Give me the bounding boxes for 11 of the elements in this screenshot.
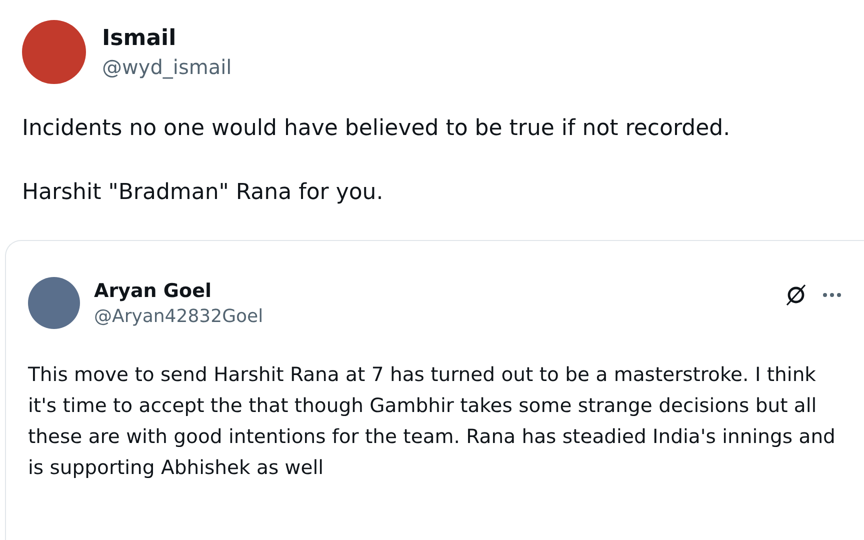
more-icon[interactable] bbox=[822, 292, 842, 298]
quoted-tweet-text: This move to send Harshit Rana at 7 has turned out to be a masterstroke. I think it's time to accept the that though Gambhir takes some strange decisions but all these are with good intentions for the team. Rana has steadied India's innings and is supporting Abhishek as well bbox=[28, 362, 836, 481]
author-name: Aryan Goel bbox=[94, 280, 212, 302]
tweet-text: Harshit "Bradman" Rana for you. bbox=[22, 179, 384, 207]
slashed-circle-icon[interactable] bbox=[784, 283, 808, 307]
quoted-tweet-card[interactable] bbox=[5, 240, 864, 540]
tweet-text: Incidents no one would have believed to be true if not recorded. bbox=[22, 115, 732, 143]
author-handle: @Aryan42832Goel bbox=[94, 306, 264, 326]
author-handle: @wyd_ismail bbox=[102, 54, 232, 78]
author-name: Ismail bbox=[102, 26, 178, 50]
avatar-photo[interactable] bbox=[28, 277, 80, 329]
